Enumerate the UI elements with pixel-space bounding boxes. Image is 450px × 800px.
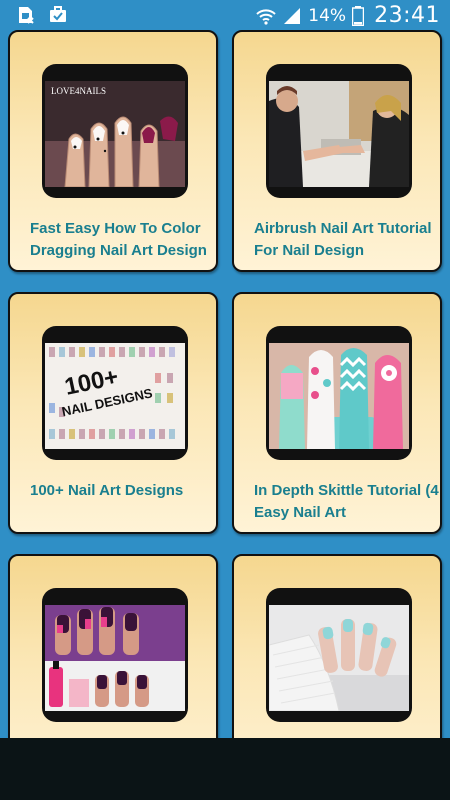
battery-percent: 14% [308,5,347,26]
video-grid: LOVE4NAILS Fast Easy How To Color Draggi… [0,30,450,738]
clock: 23:41 [374,3,440,28]
wifi-icon [256,8,276,25]
bottom-bar [0,738,450,800]
thumbnail-watermark: LOVE4NAILS [51,86,106,96]
thumbnail-frame: LOVE4NAILS [42,64,188,198]
battery-icon [352,5,365,26]
signal-icon [284,7,301,24]
video-card[interactable] [8,554,218,738]
video-card[interactable]: In Depth Skittle Tutorial (4 Easy Nail A… [232,292,442,534]
thumbnail-frame [266,64,412,198]
briefcase-check-icon [50,6,66,22]
video-card[interactable]: 100+ NAIL DESIGNS 100+ Nail Art Designs [8,292,218,534]
thumbnail-frame [42,588,188,722]
thumbnail-frame: 100+ NAIL DESIGNS [42,326,188,460]
sim-card-icon [19,7,34,24]
card-title: 100+ Nail Art Designs [30,482,184,499]
video-card[interactable]: LOVE4NAILS Fast Easy How To Color Draggi… [8,30,218,272]
status-bar: 14% 23:41 [0,0,450,30]
thumbnail-frame [266,588,412,722]
thumbnail-image: LOVE4NAILS [45,81,185,187]
video-card[interactable] [232,554,442,738]
card-title: In Depth Skittle Tutorial (4 Easy Nail A… [254,482,439,521]
thumbnail-image [269,605,409,711]
thumbnail-image [45,605,185,711]
video-card[interactable]: Airbrush Nail Art Tutorial For Nail Desi… [232,30,442,272]
thumbnail-image [269,81,409,187]
thumbnail-frame [266,326,412,460]
thumbnail-image: 100+ NAIL DESIGNS [45,343,185,449]
card-title: Airbrush Nail Art Tutorial For Nail Desi… [254,220,432,259]
thumbnail-image [269,343,409,449]
card-title: Fast Easy How To Color Dragging Nail Art… [30,220,207,259]
